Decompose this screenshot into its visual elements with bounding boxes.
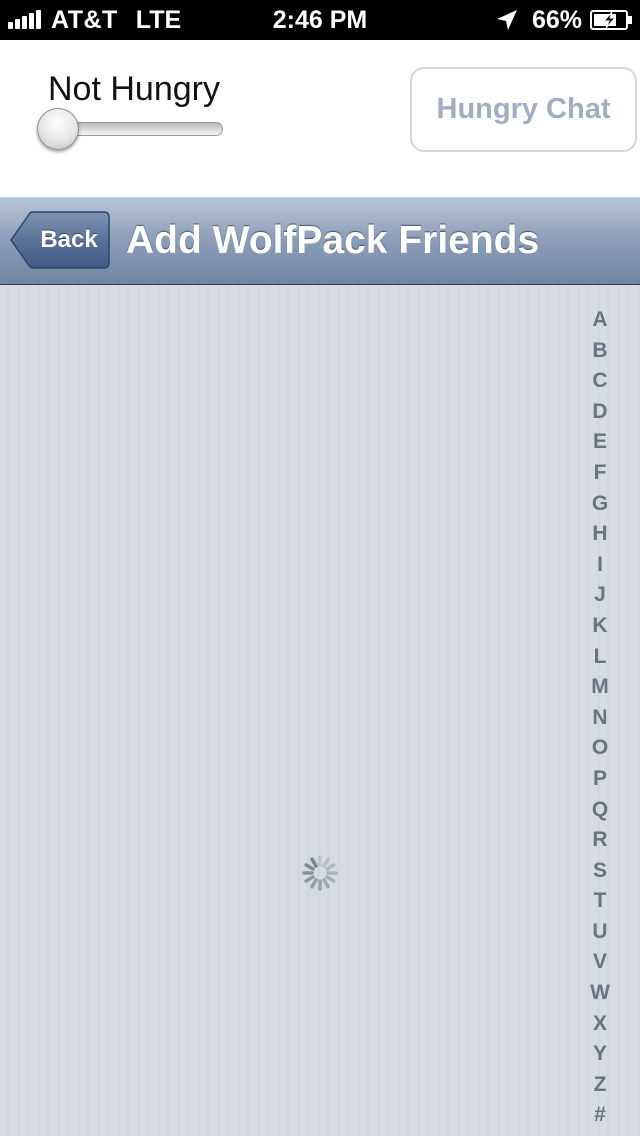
hunger-slider-thumb[interactable] [37,108,79,150]
navigation-bar: Back Add WolfPack Friends [0,197,640,285]
section-index-letter[interactable]: G [582,489,618,520]
section-index[interactable]: A B C D E F G H I J K L M N O P Q R S T U V W X Y Z # [582,305,618,1131]
section-index-letter[interactable]: E [582,427,618,458]
status-bar: AT&T LTE 2:46 PM 66% [0,0,640,40]
activity-spinner-icon [300,853,340,893]
location-arrow-icon [496,9,518,31]
section-index-letter[interactable]: S [582,856,618,887]
battery-percentage: 66% [531,5,582,34]
section-index-letter[interactable]: N [582,703,618,734]
section-index-letter[interactable]: K [582,611,618,642]
friends-list[interactable]: A B C D E F G H I J K L M N O P Q R S T U V W X Y Z # [0,285,640,1136]
section-index-letter[interactable]: A [582,305,618,336]
section-index-letter[interactable]: R [582,825,618,856]
back-button-label: Back [40,226,98,253]
section-index-letter[interactable]: # [582,1100,618,1131]
section-index-letter[interactable]: P [582,764,618,795]
section-index-letter[interactable]: U [582,917,618,948]
section-index-letter[interactable]: O [582,733,618,764]
section-index-letter[interactable]: Y [582,1039,618,1070]
section-index-letter[interactable]: C [582,366,618,397]
page-title: Add WolfPack Friends [126,219,540,262]
hunger-status-label: Not Hungry [48,70,220,108]
section-index-letter[interactable]: M [582,672,618,703]
section-index-letter[interactable]: F [582,458,618,489]
section-index-letter[interactable]: J [582,580,618,611]
section-index-letter[interactable]: T [582,886,618,917]
section-index-letter[interactable]: H [582,519,618,550]
section-index-letter[interactable]: Z [582,1070,618,1101]
section-index-letter[interactable]: X [582,1009,618,1040]
section-index-letter[interactable]: Q [582,795,618,826]
hungry-chat-button[interactable]: Hungry Chat [410,67,637,152]
section-index-letter[interactable]: L [582,642,618,673]
hunger-panel: Not Hungry Hungry Chat [0,40,640,197]
battery-charging-icon [590,9,634,31]
status-right: 66% [496,0,634,40]
back-button[interactable]: Back [10,211,110,269]
section-index-letter[interactable]: W [582,978,618,1009]
section-index-letter[interactable]: V [582,947,618,978]
section-index-letter[interactable]: D [582,397,618,428]
section-index-letter[interactable]: I [582,550,618,581]
section-index-letter[interactable]: B [582,336,618,367]
